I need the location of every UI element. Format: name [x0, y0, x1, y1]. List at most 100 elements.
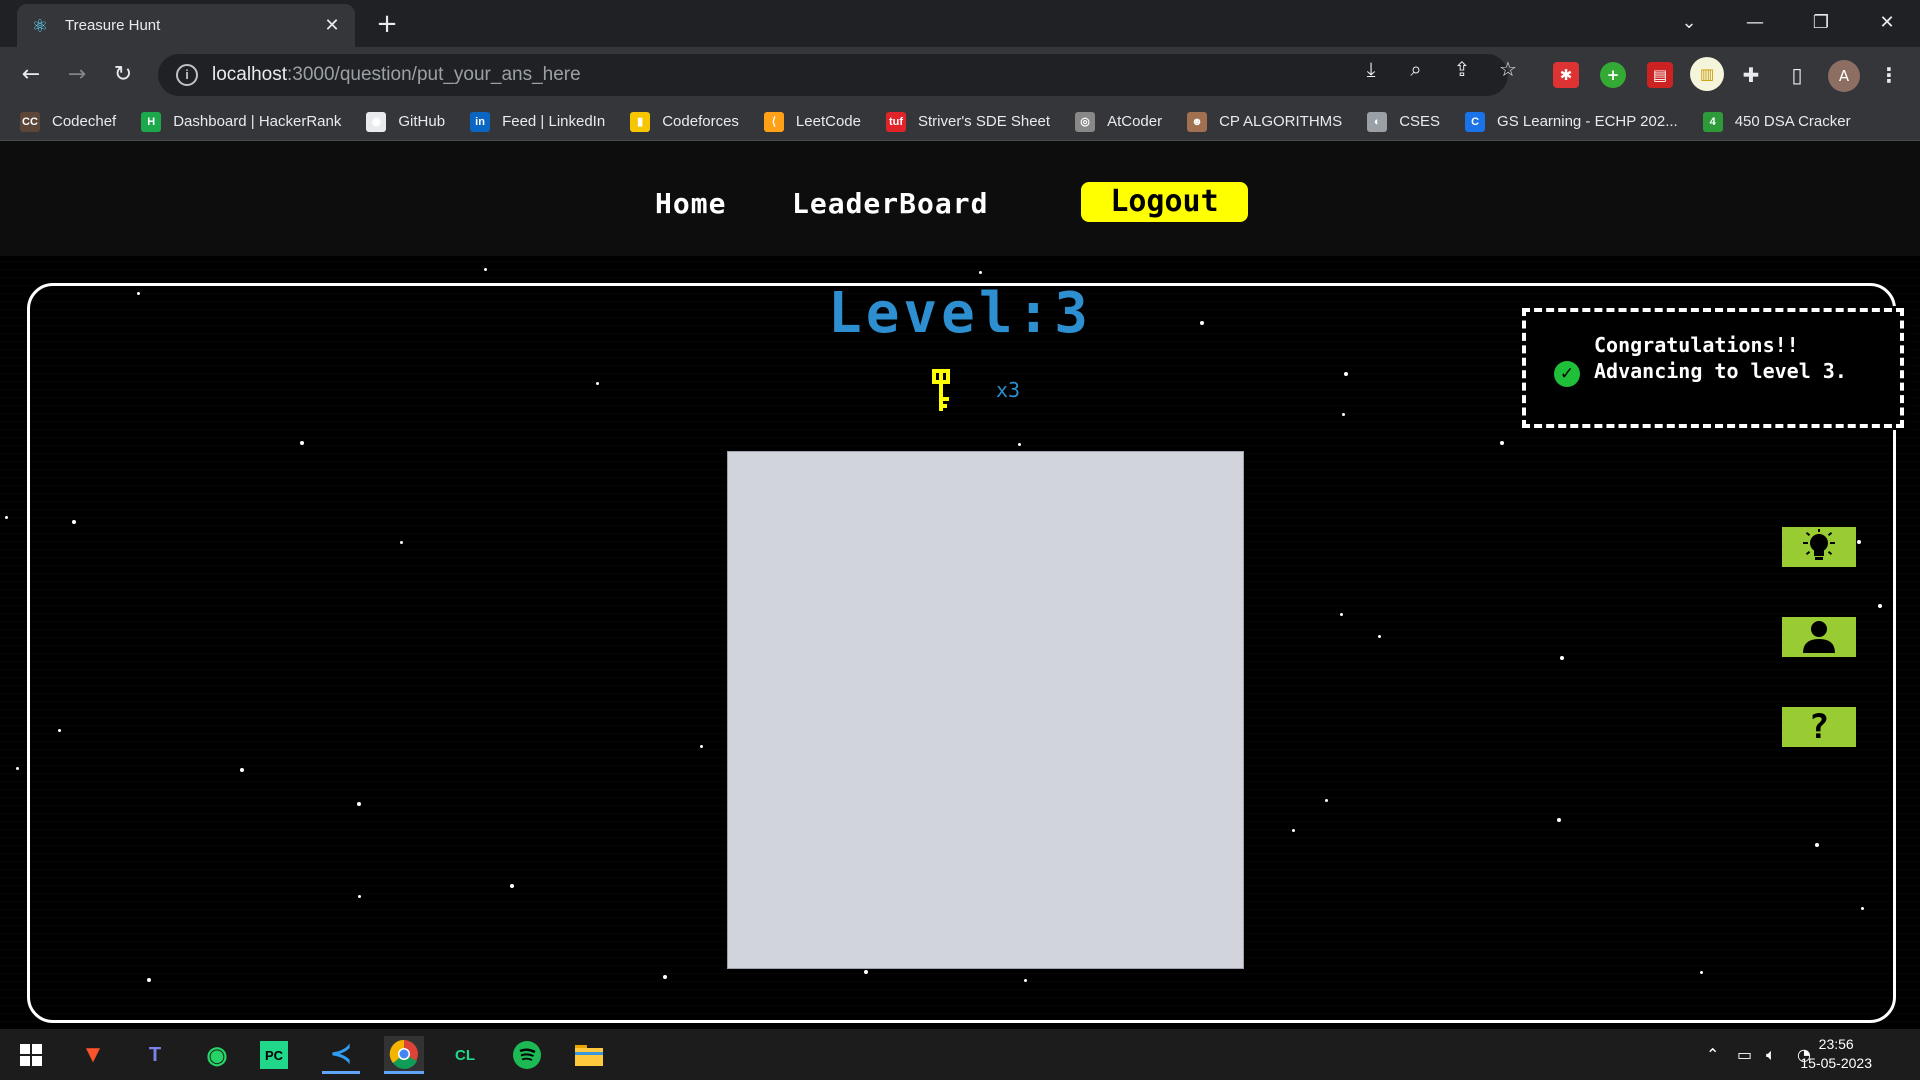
menu-kebab-icon[interactable]: ⋮: [1876, 62, 1902, 88]
nav-leaderboard-link[interactable]: LeaderBoard: [792, 187, 988, 220]
bookmark-favicon-icon: CC: [20, 111, 40, 132]
bookmark-favicon-icon: 4: [1702, 111, 1723, 132]
bookmark-favicon-icon: C: [1465, 111, 1486, 132]
new-tab-button[interactable]: +: [372, 10, 402, 40]
taskbar-clock[interactable]: 23:56 15-05-2023: [1800, 1035, 1872, 1073]
bookmark-label: GitHub: [398, 113, 446, 130]
spotify-icon[interactable]: [508, 1036, 546, 1074]
extension-red-icon[interactable]: ✱: [1553, 62, 1579, 88]
extension-green-plus-icon[interactable]: +: [1600, 62, 1626, 88]
url-host: localhost: [212, 64, 287, 85]
bookmark-label: AtCoder: [1107, 113, 1163, 130]
bookmark-favicon-icon: ◉: [366, 111, 387, 132]
chrome-icon[interactable]: [384, 1036, 424, 1074]
success-toast: ✓ Congratulations!! Advancing to level 3…: [1520, 306, 1906, 430]
check-circle-icon: ✓: [1554, 361, 1580, 387]
whatsapp-icon[interactable]: ◉: [198, 1036, 236, 1074]
bookmark-item[interactable]: CC Codechef: [20, 111, 117, 132]
bookmark-item[interactable]: ▮ Codeforces: [630, 111, 739, 132]
brave-icon[interactable]: ▼: [74, 1036, 112, 1074]
close-tab-icon[interactable]: ✕: [321, 15, 343, 36]
bookmark-favicon-icon: ☻: [1187, 111, 1208, 132]
vscode-icon[interactable]: ≺: [322, 1036, 360, 1074]
address-bar[interactable]: i localhost:3000/question/put_your_ans_h…: [158, 54, 1508, 96]
bookmark-favicon-icon: ◐: [1367, 111, 1388, 132]
bookmark-item[interactable]: ◐ CSES: [1367, 111, 1441, 132]
bookmark-item[interactable]: ◎ AtCoder: [1075, 111, 1163, 132]
windows-start-icon[interactable]: [12, 1036, 50, 1074]
site-navbar: Home LeaderBoard Logout: [0, 141, 1920, 256]
minimize-icon[interactable]: —: [1722, 0, 1788, 44]
bookmark-item[interactable]: C GS Learning - ECHP 202...: [1465, 111, 1678, 132]
star-dot: [5, 516, 8, 519]
lightbulb-icon: [1803, 529, 1835, 560]
bookmark-item[interactable]: ⟨ LeetCode: [763, 111, 861, 132]
teams-icon[interactable]: T: [136, 1036, 174, 1074]
restore-icon[interactable]: ❐: [1788, 0, 1854, 44]
file-explorer-icon[interactable]: [570, 1036, 608, 1074]
bookmark-label: 450 DSA Cracker: [1734, 113, 1851, 130]
bookmark-item[interactable]: in Feed | LinkedIn: [470, 111, 605, 132]
key-count: x3: [996, 378, 1021, 402]
profile-button[interactable]: [1782, 617, 1856, 657]
extensions-puzzle-icon[interactable]: ✚: [1738, 62, 1764, 88]
browser-tab-strip: ⚛ Treasure Hunt ✕ + ⌄ — ❐ ✕: [0, 0, 1920, 47]
site-info-icon[interactable]: i: [176, 64, 198, 86]
forward-icon[interactable]: →: [61, 59, 93, 91]
bookmark-item[interactable]: ☻ CP ALGORITHMS: [1187, 111, 1343, 132]
bookmark-label: GS Learning - ECHP 202...: [1497, 113, 1678, 130]
bookmark-favicon-icon: in: [470, 111, 491, 132]
bookmark-star-icon[interactable]: ☆: [1495, 56, 1521, 82]
bookmark-item[interactable]: 4 450 DSA Cracker: [1702, 111, 1851, 132]
back-icon[interactable]: ←: [15, 59, 47, 91]
url-path: :3000/question/put_your_ans_here: [287, 64, 581, 85]
bookmark-label: CSES: [1399, 113, 1441, 130]
zoom-icon[interactable]: ⌕: [1403, 56, 1429, 82]
bookmark-label: Dashboard | HackerRank: [173, 113, 342, 130]
react-favicon-icon: ⚛: [31, 15, 49, 36]
reload-icon[interactable]: ↻: [107, 59, 139, 91]
share-icon[interactable]: ⇪: [1449, 56, 1475, 82]
clue-image: [727, 451, 1244, 969]
clock-date: 15-05-2023: [1800, 1055, 1872, 1071]
key-icon: [932, 369, 950, 411]
side-panel-icon[interactable]: ▯: [1784, 62, 1810, 88]
volume-icon[interactable]: 🔈︎: [1766, 1045, 1776, 1065]
bookmark-label: LeetCode: [795, 113, 861, 130]
bookmark-favicon-icon: ◎: [1075, 111, 1096, 132]
nav-home-link[interactable]: Home: [655, 187, 726, 220]
toast-message: Congratulations!! Advancing to level 3.: [1594, 333, 1847, 383]
tab-title: Treasure Hunt: [65, 17, 161, 34]
question-icon: ?: [1808, 707, 1830, 747]
help-button[interactable]: ?: [1782, 707, 1856, 747]
star-dot: [16, 767, 19, 770]
bookmark-item[interactable]: tuf Striver's SDE Sheet: [885, 111, 1050, 132]
user-icon: [1803, 621, 1835, 653]
windows-taskbar: ▼ T ◉ PC ≺ CL ⌃ ▭ 🔈︎ ◔ 23:56 15-05-2023: [0, 1029, 1920, 1080]
tab-search-icon[interactable]: ⌄: [1656, 0, 1722, 44]
bookmarks-bar: CC Codechef H Dashboard | HackerRank ◉ GitHub…: [0, 103, 1920, 141]
pycharm-icon[interactable]: PC: [260, 1041, 288, 1069]
bookmark-favicon-icon: tuf: [885, 111, 906, 132]
logout-button[interactable]: Logout: [1081, 182, 1248, 222]
browser-tab[interactable]: ⚛ Treasure Hunt ✕: [17, 4, 355, 47]
bookmark-label: CP ALGORITHMS: [1219, 113, 1343, 130]
hint-button[interactable]: [1782, 527, 1856, 567]
bookmark-favicon-icon: H: [141, 111, 162, 132]
bookmark-favicon-icon: ⟨: [763, 111, 784, 132]
battery-icon[interactable]: ▭: [1737, 1045, 1752, 1064]
tray-chevron-icon[interactable]: ⌃: [1706, 1045, 1719, 1064]
extension-pdf-icon[interactable]: ▤: [1647, 62, 1673, 88]
web-page: Home LeaderBoard Logout Level:3 x3 ? ✓ C…: [0, 141, 1920, 1029]
extension-chart-icon[interactable]: ▥: [1690, 57, 1724, 91]
clion-icon[interactable]: CL: [446, 1036, 484, 1074]
bookmark-item[interactable]: H Dashboard | HackerRank: [141, 111, 342, 132]
bookmark-item[interactable]: ◉ GitHub: [366, 111, 446, 132]
profile-avatar[interactable]: A: [1828, 60, 1860, 92]
close-window-icon[interactable]: ✕: [1854, 0, 1920, 44]
clock-time: 23:56: [1818, 1036, 1854, 1052]
key-counter: x3: [930, 367, 1020, 413]
install-app-icon[interactable]: ⤓: [1358, 56, 1384, 82]
star-dot: [979, 271, 982, 274]
bookmark-label: Codechef: [52, 113, 117, 130]
